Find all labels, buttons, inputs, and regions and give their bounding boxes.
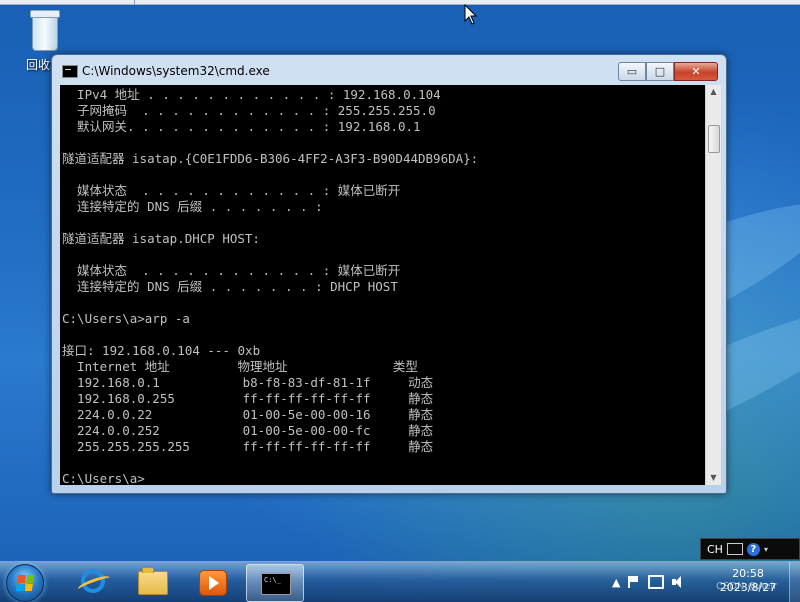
- taskbar-windows-explorer[interactable]: [124, 564, 180, 600]
- network-icon[interactable]: [648, 575, 665, 589]
- cmd-window-icon[interactable]: [62, 65, 78, 78]
- taskbar-internet-explorer[interactable]: [64, 564, 120, 600]
- close-icon: ✕: [691, 65, 701, 78]
- maximize-button[interactable]: □: [646, 62, 674, 81]
- start-button[interactable]: [6, 564, 44, 602]
- language-indicator[interactable]: CH: [707, 543, 723, 556]
- system-tray: ▲: [612, 562, 684, 602]
- show-hidden-icons-button[interactable]: ▲: [612, 576, 620, 589]
- scroll-up-arrow-icon[interactable]: ▲: [706, 85, 721, 99]
- windows-explorer-icon: [138, 567, 168, 595]
- show-desktop-button[interactable]: [789, 562, 800, 602]
- action-center-flag-icon[interactable]: [628, 576, 640, 588]
- scrollbar-thumb[interactable]: [708, 125, 720, 153]
- taskbar-cmd[interactable]: [246, 564, 304, 602]
- taskbar: ▲ 20:58 2023/8/27 CSDN @Aeir: [0, 561, 800, 602]
- internet-explorer-icon: [81, 569, 105, 593]
- help-icon[interactable]: ?: [746, 542, 760, 556]
- media-player-icon: [199, 570, 227, 596]
- vertical-scrollbar[interactable]: ▲ ▼: [705, 85, 721, 485]
- taskbar-media-player[interactable]: [184, 564, 240, 600]
- close-button[interactable]: ✕: [674, 62, 718, 81]
- recycle-bin-icon: [27, 6, 61, 52]
- cmd-window[interactable]: C:\Windows\system32\cmd.exe ▭ □ ✕ IPv4 地…: [51, 54, 727, 494]
- language-bar[interactable]: CH ? ▾: [700, 538, 800, 560]
- minimize-icon: ▭: [626, 65, 638, 78]
- maximize-icon: □: [654, 65, 666, 78]
- edge-divider: [134, 0, 135, 4]
- console-text: IPv4 地址 . . . . . . . . . . . . : 192.16…: [62, 87, 479, 485]
- scroll-down-arrow-icon[interactable]: ▼: [706, 471, 721, 485]
- minimize-button[interactable]: ▭: [618, 62, 646, 81]
- cmd-icon: [261, 573, 291, 595]
- windows-logo-icon: [15, 575, 35, 591]
- keyboard-icon[interactable]: [726, 543, 743, 555]
- window-controls: ▭ □ ✕: [618, 62, 718, 81]
- volume-icon[interactable]: [672, 576, 684, 588]
- top-window-edge: [0, 0, 800, 5]
- watermark-text: CSDN @Aeir: [716, 581, 778, 592]
- window-title: C:\Windows\system32\cmd.exe: [82, 64, 270, 78]
- window-titlebar[interactable]: C:\Windows\system32\cmd.exe ▭ □ ✕: [52, 55, 726, 85]
- clock-time: 20:58: [732, 567, 764, 580]
- language-bar-options-icon[interactable]: ▾: [764, 545, 768, 554]
- console-output[interactable]: IPv4 地址 . . . . . . . . . . . . : 192.16…: [60, 85, 705, 485]
